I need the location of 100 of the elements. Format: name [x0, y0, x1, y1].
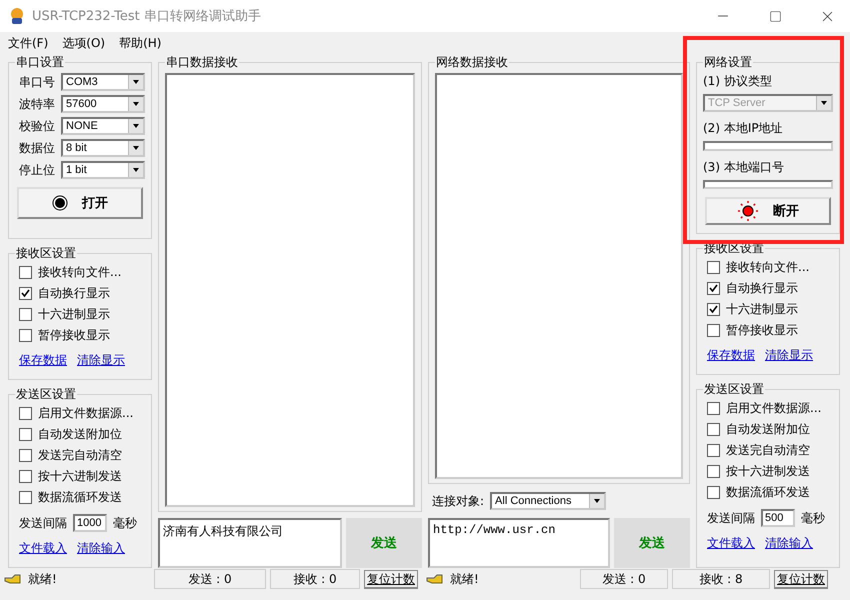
ip-field[interactable] [703, 141, 833, 150]
dropdown[interactable]: 57600 [61, 95, 145, 113]
option-label: 自动换行显示 [726, 280, 798, 297]
checkbox[interactable] [707, 444, 720, 457]
option-label: 自动发送附加位 [38, 426, 122, 443]
checkbox[interactable] [19, 329, 32, 342]
field-label: 波特率 [19, 96, 55, 112]
checkbox[interactable] [19, 449, 32, 462]
send-text-area[interactable]: http://www.usr.cn [428, 518, 610, 568]
group-title: 发送区设置 [15, 386, 77, 403]
checkbox[interactable] [707, 423, 720, 436]
option-label: 启用文件数据源... [726, 400, 822, 417]
dropdown[interactable]: 8 bit [61, 139, 145, 157]
group-title: 串口设置 [15, 54, 65, 71]
option-label: 接收转向文件... [726, 259, 810, 276]
checkbox[interactable] [19, 266, 32, 279]
port-field[interactable] [703, 180, 833, 189]
option-label: 暂停接收显示 [38, 327, 110, 344]
link[interactable]: 保存数据 [19, 352, 67, 369]
option-label: 启用文件数据源... [38, 405, 134, 422]
menu-item[interactable]: 文件(F) [8, 34, 48, 52]
link[interactable]: 清除输入 [765, 535, 813, 552]
checkbox[interactable] [19, 308, 32, 321]
checkbox[interactable] [707, 402, 720, 415]
option-label: 数据流循环发送 [726, 484, 810, 501]
checkbox[interactable] [19, 428, 32, 441]
target-label: 连接对象: [432, 492, 484, 510]
link[interactable]: 清除输入 [77, 540, 125, 557]
option-label: 发送完自动清空 [38, 447, 122, 464]
ip-label: (2) 本地IP地址 [703, 120, 784, 137]
caret-icon [128, 141, 143, 155]
field-label: 串口号 [19, 74, 55, 90]
window-title: USR-TCP232-Test 串口转网络调试助手 [32, 8, 262, 25]
protocol-label: (1) 协议类型 [703, 73, 773, 90]
option-label: 十六进制显示 [38, 306, 110, 323]
dropdown[interactable]: COM3 [61, 73, 145, 91]
received-count: 接收 : 8 [672, 569, 770, 589]
option-label: 十六进制显示 [726, 301, 798, 318]
option-label: 按十六进制发送 [38, 468, 122, 485]
group-title: 网络数据接收 [435, 54, 509, 71]
open-button[interactable]: 打开 [17, 187, 143, 219]
send-text-area[interactable]: 济南有人科技有限公司 [158, 518, 342, 568]
checkbox[interactable] [707, 486, 720, 499]
option-label: 暂停接收显示 [726, 322, 798, 339]
port-label: (3) 本地端口号 [703, 158, 785, 176]
hand-icon [426, 572, 444, 586]
caret-icon [816, 96, 831, 110]
reset-button[interactable]: 复位计数 [774, 570, 828, 588]
checkbox[interactable] [19, 491, 32, 504]
field-label: 停止位 [19, 162, 55, 178]
option-label: 自动换行显示 [38, 285, 110, 302]
app-icon [8, 7, 26, 25]
field-label: 校验位 [19, 118, 55, 134]
received-count: 接收 : 0 [270, 569, 360, 589]
reset-button[interactable]: 复位计数 [364, 570, 418, 588]
interval-field[interactable]: 500 [761, 509, 795, 527]
menu-item[interactable]: 选项(O) [62, 34, 106, 52]
hand-icon [4, 572, 22, 586]
status-text: 就绪! [450, 570, 479, 588]
dropdown[interactable]: 1 bit [61, 161, 145, 179]
dropdown[interactable]: NONE [61, 117, 145, 135]
unit-label: 毫秒 [801, 510, 825, 526]
sent-count: 发送 : 0 [154, 569, 266, 589]
caret-icon [128, 119, 143, 133]
option-label: 接收转向文件... [38, 264, 122, 281]
link[interactable]: 保存数据 [707, 347, 755, 364]
menu-item[interactable]: 帮助(H) [119, 34, 162, 52]
checkbox[interactable] [19, 287, 32, 300]
option-label: 数据流循环发送 [38, 489, 122, 506]
checkbox[interactable] [707, 303, 720, 316]
checkbox[interactable] [707, 282, 720, 295]
disconnect-button[interactable]: 断开 [705, 197, 831, 225]
checkbox[interactable] [707, 465, 720, 478]
link[interactable]: 清除显示 [765, 347, 813, 364]
checkbox[interactable] [19, 470, 32, 483]
caret-icon [128, 163, 143, 177]
option-label: 发送完自动清空 [726, 442, 810, 459]
group-title: 网络设置 [703, 54, 753, 71]
checkbox[interactable] [19, 407, 32, 420]
dropdown[interactable]: All Connections [490, 492, 606, 510]
group-title: 接收区设置 [15, 245, 77, 262]
link[interactable]: 文件载入 [19, 540, 67, 557]
caret-icon [128, 75, 143, 89]
group-title: 发送区设置 [703, 381, 765, 398]
interval-field[interactable]: 1000 [73, 514, 107, 532]
link[interactable]: 清除显示 [77, 352, 125, 369]
interval-label: 发送间隔 [707, 510, 755, 526]
indicator-icon [737, 200, 759, 222]
link[interactable]: 文件载入 [707, 535, 755, 552]
field-label: 数据位 [19, 140, 55, 156]
unit-label: 毫秒 [113, 514, 137, 532]
option-label: 自动发送附加位 [726, 421, 810, 438]
checkbox[interactable] [707, 324, 720, 337]
group-title: 串口数据接收 [165, 54, 239, 71]
caret-icon [128, 97, 143, 111]
indicator-icon [52, 195, 68, 211]
checkbox[interactable] [707, 261, 720, 274]
sent-count: 发送 : 0 [580, 569, 668, 589]
caret-icon [589, 494, 604, 508]
option-label: 按十六进制发送 [726, 463, 810, 480]
